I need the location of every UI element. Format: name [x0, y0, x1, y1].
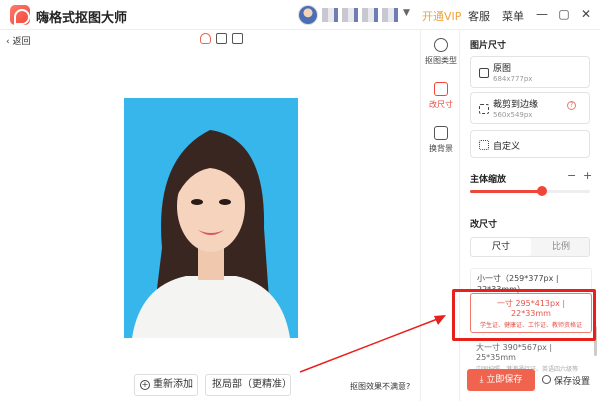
size-option-name: 自定义 [493, 142, 521, 152]
rail-label-background: 换背景 [429, 144, 453, 153]
toggle-icon [434, 38, 448, 52]
size-option-original[interactable]: 原图 684x777px [470, 56, 590, 88]
scale-plus-button[interactable]: + [583, 169, 592, 182]
rail-item-background[interactable]: 换背景 [421, 126, 461, 154]
size-option-custom[interactable]: 自定义 [470, 130, 590, 158]
user-avatar[interactable] [298, 5, 318, 25]
scale-slider[interactable] [470, 186, 590, 196]
background-icon [434, 126, 448, 140]
tab-ratio[interactable]: 比例 [531, 238, 591, 256]
close-icon[interactable]: ✕ [577, 5, 595, 23]
fit-screen-icon[interactable] [216, 33, 227, 44]
unsatisfied-link[interactable]: 抠图效果不满意? [350, 381, 410, 392]
re-add-button[interactable]: + 重新添加 [134, 374, 198, 396]
size-option-name: 原图 [493, 64, 512, 74]
custom-crop-icon [479, 140, 489, 150]
save-now-label: 立即保存 [486, 375, 523, 385]
rail-label-cutout-type: 抠图类型 [425, 56, 457, 65]
gear-icon [542, 375, 551, 384]
size-option-dimensions: 560x549px [493, 111, 533, 119]
title-bar: 嗨格式抠图大师 ▼ 开通VIP 客服 菜单 — ▢ ✕ [0, 0, 600, 30]
resize-icon [434, 82, 448, 96]
customer-service-button[interactable]: 客服 [468, 8, 490, 24]
compare-icon[interactable] [232, 33, 243, 44]
minimize-icon[interactable]: — [533, 5, 551, 23]
highlight-box [452, 289, 596, 341]
size-option-dimensions: 684x777px [493, 75, 533, 83]
save-settings-label: 保存设置 [554, 377, 591, 387]
refine-cutout-label: 抠局部（更精准） [212, 379, 292, 390]
portrait-image [124, 98, 298, 338]
user-name-obscured[interactable] [322, 8, 398, 22]
app-window: 嗨格式抠图大师 ▼ 开通VIP 客服 菜单 — ▢ ✕ ‹ 返回 + 重新添加 … [0, 0, 600, 401]
save-settings-button[interactable]: 保存设置 [542, 374, 590, 387]
settings-panel: 图片尺寸 原图 684x777px 裁剪到边缘 560x549px ? 自定义 … [460, 30, 600, 401]
app-logo-icon [10, 5, 30, 25]
resize-title: 改尺寸 [470, 220, 498, 230]
size-mode-tabs: 尺寸 比例 [470, 237, 590, 257]
refine-cutout-button[interactable]: 抠局部（更精准） [205, 374, 292, 396]
app-title: 嗨格式抠图大师 [36, 11, 128, 26]
help-icon[interactable]: ? [567, 101, 576, 110]
rail-label-resize: 改尺寸 [429, 100, 453, 109]
scale-controls: − + [470, 169, 595, 183]
re-add-label: 重新添加 [153, 379, 193, 390]
menu-button[interactable]: 菜单 [502, 8, 524, 24]
preset-label: 大一寸 390*567px | 25*35mm [476, 343, 553, 362]
rail-item-cutout-type[interactable]: 抠图类型 [421, 38, 461, 66]
scale-minus-button[interactable]: − [567, 169, 576, 182]
maximize-icon[interactable]: ▢ [555, 5, 573, 23]
hand-icon[interactable] [200, 33, 211, 44]
canvas-tools [200, 33, 246, 47]
save-now-button[interactable]: ⤓ 立即保存 [467, 369, 535, 391]
plus-circle-icon: + [140, 380, 150, 390]
image-size-title: 图片尺寸 [470, 41, 507, 51]
scale-slider-fill [470, 190, 542, 193]
size-option-name: 裁剪到边缘 [493, 100, 539, 110]
size-option-crop-to-edge[interactable]: 裁剪到边缘 560x549px ? [470, 92, 590, 124]
tab-size[interactable]: 尺寸 [471, 238, 531, 256]
crop-icon [479, 104, 489, 114]
vip-button[interactable]: 开通VIP [422, 8, 461, 24]
image-icon [479, 68, 489, 78]
chevron-down-icon[interactable]: ▼ [403, 8, 410, 18]
id-photo-preview [124, 98, 298, 338]
preset-large-one-inch[interactable]: 大一寸 390*567px | 25*35mm 中国护照、港澳通行证、英语四六级… [470, 338, 592, 373]
scale-slider-handle[interactable] [537, 186, 547, 196]
rail-item-resize[interactable]: 改尺寸 [421, 82, 461, 110]
tool-rail: 抠图类型 改尺寸 换背景 [420, 30, 460, 401]
